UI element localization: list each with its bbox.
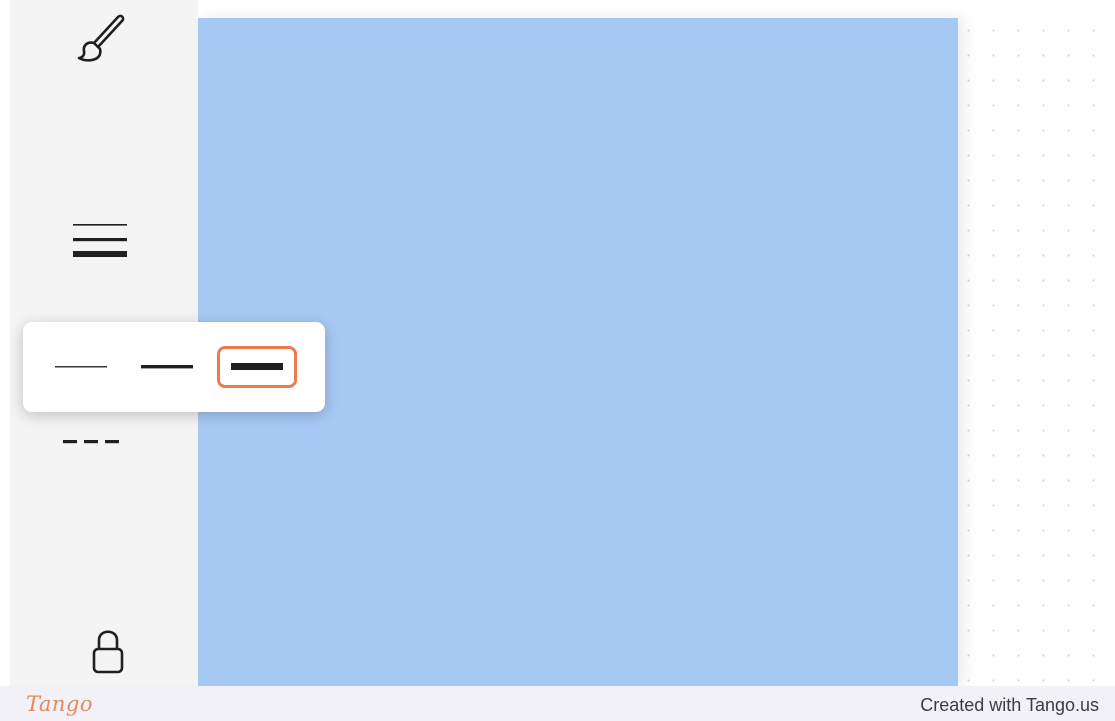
credit-text: Created with Tango.us: [920, 695, 1099, 715]
brush-button[interactable]: [70, 8, 134, 68]
stroke-thickness-button[interactable]: [68, 212, 132, 268]
stroke-thickness-icon: [73, 224, 127, 257]
dash-style-button[interactable]: [56, 425, 126, 459]
footer-bar: Tango Created with Tango.us: [0, 686, 1115, 721]
medium-line-icon: [141, 365, 193, 369]
stroke-width-popover: [23, 322, 325, 412]
thin-line-icon: [55, 366, 107, 368]
stroke-thick-option[interactable]: [217, 346, 297, 388]
brush-icon: [77, 14, 125, 62]
tango-logo: Tango: [26, 692, 94, 716]
stroke-thin-option[interactable]: [49, 350, 113, 384]
tango-screenshot: Tango Created with Tango.us: [0, 0, 1115, 721]
lock-button[interactable]: [84, 622, 132, 678]
thick-line-icon: [231, 363, 283, 370]
lock-icon: [92, 630, 124, 674]
stroke-medium-option[interactable]: [135, 350, 199, 384]
canvas-top-edge: [198, 0, 1115, 10]
dashed-line-icon: [63, 440, 119, 444]
